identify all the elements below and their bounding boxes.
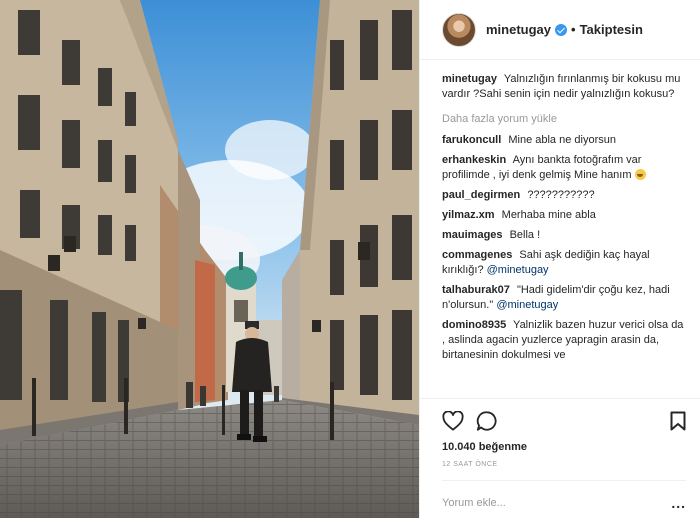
comment-mention-link[interactable]: @minetugay [496, 299, 558, 311]
post-photo[interactable] [0, 0, 419, 518]
street-photo-image [0, 0, 419, 518]
comment-item: paul_degirmen ??????????? [442, 188, 686, 203]
comment-text: Merhaba mine abla [501, 209, 596, 221]
heart-icon[interactable] [442, 411, 464, 431]
caption: minetugay Yalnızlığın fırınlanmış bir ko… [442, 72, 686, 102]
bookmark-icon[interactable] [670, 411, 686, 431]
comment-text: Bella ! [509, 229, 541, 241]
speech-bubble-icon[interactable] [476, 410, 498, 432]
avatar[interactable] [442, 12, 476, 47]
comment-username[interactable]: erhankeskin [442, 154, 506, 166]
caption-username[interactable]: minetugay [442, 73, 497, 85]
post-sidebar: minetugay • Takiptesin minetugay Yalnızl… [419, 0, 700, 518]
comment-item: farukoncull Mine abla ne diyorsun [442, 133, 686, 148]
action-icons-row [442, 409, 686, 433]
add-comment-bar: Yorum ekle... ... [442, 480, 686, 511]
comment-item: mauimages Bella ! [442, 228, 686, 243]
verified-badge-icon [555, 23, 568, 36]
comment-item: domino8935 Yalnizlik bazen huzur verici … [442, 318, 686, 363]
like-count[interactable]: 10.040 beğenme [442, 441, 686, 453]
comment-username[interactable]: domino8935 [442, 319, 506, 331]
comments-list[interactable]: minetugay Yalnızlığın fırınlanmış bir ko… [442, 72, 686, 390]
separator-dot: • [571, 22, 576, 37]
comment-text: Mine abla ne diyorsun [508, 134, 616, 146]
comment-username[interactable]: yilmaz.xm [442, 209, 495, 221]
comment-item: commagenes Sahi aşk dediğin kaç hayal kı… [442, 248, 686, 278]
post-author: minetugay • Takiptesin [486, 22, 643, 37]
more-options-icon[interactable]: ... [671, 495, 686, 511]
comment-item: erhankeskin Aynı bankta fotoğrafım var p… [442, 153, 686, 183]
post-actions: 10.040 beğenme 12 SAAT ÖNCE [420, 398, 700, 468]
comment-item: yilmaz.xm Merhaba mine abla [442, 208, 686, 223]
comment-username[interactable]: paul_degirmen [442, 189, 520, 201]
following-button[interactable]: Takiptesin [580, 22, 643, 37]
comment-input[interactable]: Yorum ekle... [442, 497, 671, 509]
post-timestamp: 12 SAAT ÖNCE [442, 461, 498, 468]
post-header: minetugay • Takiptesin [420, 0, 700, 60]
comment-username[interactable]: farukoncull [442, 134, 501, 146]
comment-username[interactable]: talhaburak07 [442, 284, 510, 296]
smiling-emoji-icon [634, 169, 646, 180]
comment-text: ??????????? [527, 189, 595, 201]
author-username[interactable]: minetugay [486, 22, 551, 37]
comment-username[interactable]: commagenes [442, 249, 512, 261]
load-more-comments-link[interactable]: Daha fazla yorum yükle [442, 112, 686, 127]
comment-mention-link[interactable]: @minetugay [487, 264, 549, 276]
comment-item: talhaburak07 "Hadi gidelim'dir çoğu kez,… [442, 283, 686, 313]
comment-username[interactable]: mauimages [442, 229, 503, 241]
